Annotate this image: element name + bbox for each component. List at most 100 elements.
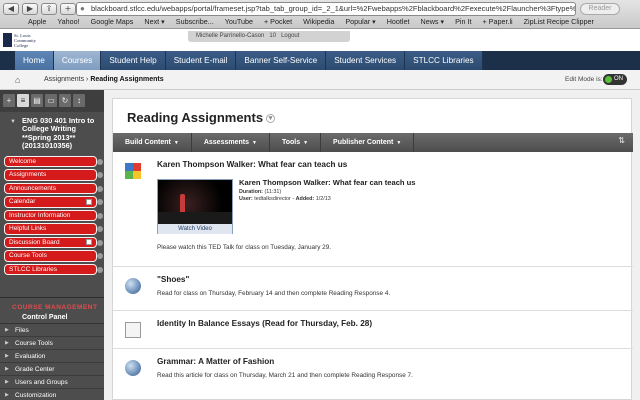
bookmark-link[interactable]: Wikipedia [303, 17, 334, 26]
refresh-icon[interactable]: ↻ [59, 94, 71, 107]
menu-item-label: STLCC Libraries [9, 265, 58, 273]
folder-view-icon[interactable]: ▤ [31, 94, 43, 107]
site-icon: ● [80, 4, 85, 13]
menu-item-options-icon[interactable] [97, 212, 103, 219]
page-title: Reading Assignments ▾ [127, 110, 276, 125]
tab-student-services[interactable]: Student Services [326, 51, 406, 70]
menu-item-options-icon[interactable] [97, 226, 103, 233]
menu-item-options-icon[interactable] [97, 185, 103, 192]
action-assessments[interactable]: Assessments ▼ [192, 133, 270, 152]
course-toggle-icon[interactable]: ▼ [10, 118, 16, 126]
content-list: Karen Thompson Walker: What fear can tea… [113, 152, 633, 400]
breadcrumb-parent[interactable]: Assignments [44, 76, 84, 83]
expand-icon: ▶ [5, 392, 9, 399]
address-bar[interactable]: ● blackboard.stlcc.edu/webapps/portal/fr… [76, 2, 576, 16]
menu-item-options-icon[interactable] [97, 158, 103, 165]
content-item-title[interactable]: Identity In Balance Essays (Read for Thu… [157, 319, 372, 328]
tab-student-help[interactable]: Student Help [101, 51, 166, 70]
video-thumbnail[interactable]: Watch Video [157, 179, 233, 234]
menu-item-course-tools[interactable]: Course Tools [4, 250, 103, 262]
menu-item-options-icon[interactable] [97, 199, 103, 206]
menu-item-options-icon[interactable] [97, 239, 103, 246]
content-item-title[interactable]: Grammar: A Matter of Fashion [157, 357, 274, 366]
tab-home[interactable]: Home [15, 51, 54, 70]
control-panel-item-files[interactable]: ▶ Files [0, 324, 104, 338]
document-icon [125, 322, 141, 338]
content-item: Identity In Balance Essays (Read for Thu… [113, 311, 633, 349]
add-icon[interactable]: + [60, 3, 76, 15]
bookmark-link[interactable]: Apple [28, 17, 46, 26]
tab-courses[interactable]: Courses [53, 51, 102, 70]
bookmark-link[interactable]: Popular ▾ [345, 17, 375, 26]
main-tabs: Home Courses Student Help Student E-mail Ban… [15, 51, 483, 70]
action-bar: Build Content ▼ Assessments ▼ Tools ▼ Publishe… [113, 133, 633, 152]
control-panel-heading: Control Panel [0, 311, 104, 325]
duration-value: (11:31) [264, 189, 282, 195]
list-view-icon[interactable]: ≡ [17, 94, 29, 107]
bookmark-link[interactable]: Subscribe... [176, 17, 214, 26]
control-panel-item-customization[interactable]: ▶ Customization [0, 389, 104, 400]
content-panel: Reading Assignments ▾ Build Content ▼ Asses… [112, 98, 633, 400]
edit-mode-toggle[interactable]: ON [603, 74, 627, 85]
logout-link[interactable]: Logout [281, 31, 299, 42]
course-title[interactable]: ▼ ENG 030 401 Intro to College Writing *… [0, 112, 104, 156]
content-item-title[interactable]: "Shoes" [157, 275, 189, 284]
menu-item-announcements[interactable]: Announcements [4, 182, 103, 195]
notification-count[interactable]: 10 [269, 31, 276, 42]
bookmark-link[interactable]: ZipList Recipe Clipper [524, 17, 594, 26]
watch-video-button[interactable]: Watch Video [158, 224, 232, 234]
action-label: Build Content [125, 139, 171, 146]
bookmark-link[interactable]: Hootlet [387, 17, 410, 26]
menu-item-calendar[interactable]: Calendar [4, 196, 103, 208]
college-logo[interactable]: St. Louis Community College [3, 32, 43, 48]
control-panel-item-users-and-groups[interactable]: ▶ Users and Groups [0, 376, 104, 390]
title-options-icon[interactable]: ▾ [266, 114, 276, 124]
action-build-content[interactable]: Build Content ▼ [113, 133, 192, 152]
reader-button[interactable]: Reader [580, 3, 620, 15]
action-tools[interactable]: Tools ▼ [270, 133, 322, 152]
reorder-icon[interactable]: ⇅ [618, 136, 625, 145]
home-icon[interactable]: ⌂ [15, 75, 20, 85]
menu-item-label: Course Tools [9, 252, 47, 260]
menu-item-discussion-board[interactable]: Discussion Board [4, 236, 103, 249]
menu-item-stlcc-libraries[interactable]: STLCC Libraries [4, 263, 103, 276]
action-label: Publisher Content [333, 139, 394, 146]
bookmark-link[interactable]: + Paper.li [482, 17, 512, 26]
menu-item-assignments[interactable]: Assignments [4, 169, 103, 181]
back-icon[interactable]: ◀ [3, 3, 19, 15]
menu-item-options-icon[interactable] [97, 253, 103, 260]
tab-student-e-mail[interactable]: Student E-mail [165, 51, 237, 70]
ted-icon [125, 163, 141, 179]
bookmark-link[interactable]: Next ▾ [144, 17, 164, 26]
menu-item-instructor-information[interactable]: Instructor Information [4, 209, 103, 222]
forward-icon[interactable]: ▶ [22, 3, 38, 15]
control-panel-item-evaluation[interactable]: ▶ Evaluation [0, 350, 104, 364]
tab-banner-self-service[interactable]: Banner Self-Service [236, 51, 327, 70]
control-panel-item-label: Course Tools [15, 340, 53, 348]
collapse-icon[interactable]: ↕ [73, 94, 85, 107]
course-menu-list: Welcome Assignments Announcements Calendar I… [0, 155, 104, 276]
bookmark-link[interactable]: News ▾ [421, 17, 445, 26]
bookmark-link[interactable]: YouTube [225, 17, 253, 26]
control-panel-item-grade-center[interactable]: ▶ Grade Center [0, 363, 104, 377]
menu-item-options-icon[interactable] [97, 266, 103, 273]
tab-stlcc-libraries[interactable]: STLCC Libraries [405, 51, 483, 70]
content-item: "Shoes" Read for class on Thursday, Febru… [113, 267, 633, 311]
add-menu-item-icon[interactable]: + [3, 94, 15, 107]
user-bar: Michelle Parrinello-Cason 10 Logout [188, 31, 350, 42]
control-panel-item-course-tools[interactable]: ▶ Course Tools [0, 337, 104, 351]
video-title[interactable]: Karen Thompson Walker: What fear can tea… [239, 178, 416, 187]
new-window-icon[interactable]: ▭ [45, 94, 57, 107]
content-item-title[interactable]: Karen Thompson Walker: What fear can tea… [157, 160, 347, 169]
action-publisher-content[interactable]: Publisher Content ▼ [321, 133, 415, 152]
bookmark-link[interactable]: Pin It [455, 17, 471, 26]
share-icon[interactable]: ⇪ [41, 3, 57, 15]
bookmark-link[interactable]: Google Maps [91, 17, 134, 26]
bookmark-link[interactable]: Yahoo! [57, 17, 79, 26]
user-name[interactable]: Michelle Parrinello-Cason [196, 31, 264, 42]
menu-item-welcome[interactable]: Welcome [4, 155, 103, 168]
bookmark-link[interactable]: + Pocket [264, 17, 292, 26]
menu-item-options-icon[interactable] [97, 172, 103, 179]
menu-item-helpful-links[interactable]: Helpful Links [4, 223, 103, 235]
breadcrumb: Assignments › Reading Assignments [44, 76, 164, 83]
